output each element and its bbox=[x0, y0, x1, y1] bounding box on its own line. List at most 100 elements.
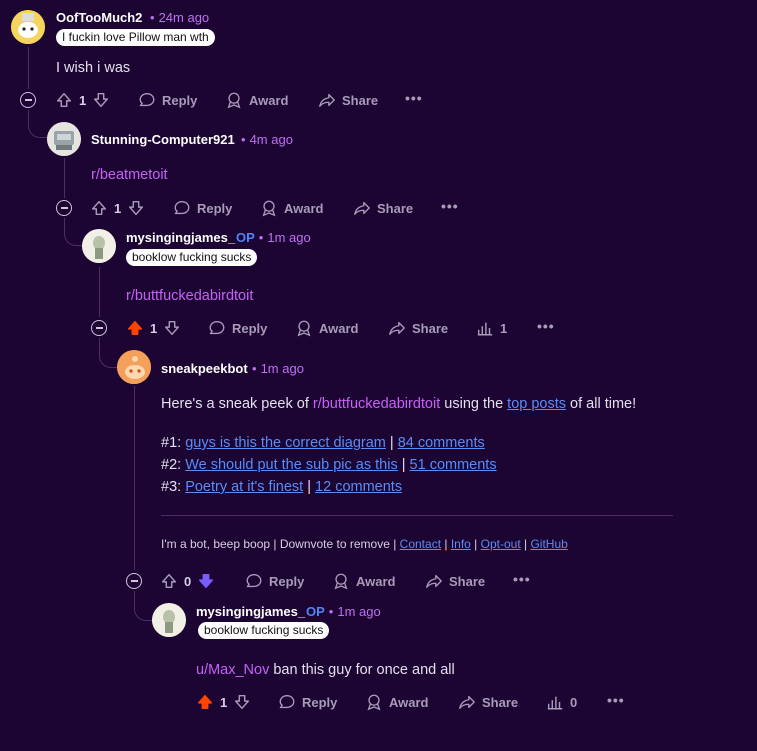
comment-author[interactable]: Stunning-Computer921 bbox=[91, 132, 235, 147]
collapse-button[interactable] bbox=[20, 92, 36, 108]
subreddit-link[interactable]: r/beatmetoit bbox=[91, 167, 168, 183]
reply-button[interactable]: Reply bbox=[245, 572, 304, 590]
downvote-icon[interactable] bbox=[127, 199, 145, 217]
reply-icon bbox=[279, 695, 295, 709]
comments-link[interactable]: 51 comments bbox=[410, 457, 497, 473]
downvote-icon[interactable] bbox=[233, 693, 251, 711]
avatar[interactable] bbox=[117, 350, 151, 384]
award-label: Award bbox=[249, 92, 289, 108]
separator: | bbox=[441, 537, 451, 551]
award-button[interactable]: Award bbox=[295, 319, 359, 337]
separator: | bbox=[470, 537, 481, 551]
comment-author[interactable]: sneakpeekbot bbox=[161, 361, 248, 376]
downvote-icon[interactable] bbox=[163, 319, 181, 337]
downvote-icon[interactable] bbox=[197, 572, 215, 590]
reply-icon bbox=[174, 201, 190, 215]
op-badge: OP bbox=[236, 230, 255, 245]
share-icon bbox=[426, 574, 442, 588]
intro-text: using the bbox=[440, 396, 508, 412]
comment-meta: • 24m ago bbox=[150, 10, 210, 25]
share-button[interactable]: Share bbox=[458, 693, 518, 711]
award-label: Award bbox=[284, 200, 324, 216]
comment-time: 1m ago bbox=[337, 604, 381, 619]
opt-out-link[interactable]: Opt-out bbox=[481, 537, 521, 551]
avatar[interactable] bbox=[82, 229, 116, 263]
avatar[interactable] bbox=[47, 122, 81, 156]
share-button[interactable]: Share bbox=[425, 572, 485, 590]
github-link[interactable]: GitHub bbox=[530, 537, 567, 551]
reply-icon bbox=[209, 321, 225, 335]
comment-author[interactable]: OofTooMuch2 bbox=[56, 10, 142, 25]
post-link[interactable]: Poetry at it's finest bbox=[185, 479, 303, 495]
share-label: Share bbox=[377, 200, 414, 216]
downvote-icon[interactable] bbox=[92, 91, 110, 109]
comment-meta: OP • 1m ago bbox=[306, 604, 381, 619]
award-button[interactable]: Award bbox=[225, 91, 289, 109]
share-button[interactable]: Share bbox=[353, 199, 413, 217]
upvote-icon[interactable] bbox=[160, 572, 178, 590]
comments-link[interactable]: 84 comments bbox=[398, 435, 485, 451]
comment-meta: • 4m ago bbox=[241, 132, 293, 147]
comment-author[interactable]: mysingingjames_ bbox=[196, 604, 305, 619]
thread-curve bbox=[64, 218, 82, 246]
post-rank: #3: bbox=[161, 479, 186, 495]
share-button[interactable]: Share bbox=[318, 91, 378, 109]
info-link[interactable]: Info bbox=[451, 537, 471, 551]
reply-button[interactable]: Reply bbox=[208, 319, 267, 337]
comment-time: 4m ago bbox=[249, 132, 293, 147]
snoo-avatar-icon bbox=[47, 122, 81, 156]
insights-button[interactable]: 1 bbox=[476, 319, 507, 337]
vote-group: 0 bbox=[160, 572, 215, 590]
vote-count: 1 bbox=[79, 92, 87, 108]
collapse-button[interactable] bbox=[56, 200, 72, 216]
comment-body: I wish i was bbox=[56, 60, 131, 76]
comment-author[interactable]: mysingingjames_ bbox=[126, 230, 235, 245]
reply-button[interactable]: Reply bbox=[173, 199, 232, 217]
reply-label: Reply bbox=[197, 200, 233, 216]
list-item: #2: We should put the sub pic as this | … bbox=[161, 457, 497, 473]
thread-curve bbox=[99, 338, 117, 368]
vote-count: 1 bbox=[114, 200, 122, 216]
insights-count: 0 bbox=[570, 694, 578, 710]
more-options-icon[interactable]: ••• bbox=[537, 318, 555, 334]
subreddit-link[interactable]: r/buttfuckedabirdtoit bbox=[126, 288, 253, 304]
upvote-icon[interactable] bbox=[196, 693, 214, 711]
insights-icon bbox=[477, 322, 493, 336]
upvote-icon[interactable] bbox=[90, 199, 108, 217]
award-button[interactable]: Award bbox=[332, 572, 396, 590]
post-link[interactable]: We should put the sub pic as this bbox=[185, 457, 398, 473]
collapse-button[interactable] bbox=[126, 573, 142, 589]
vote-count: 1 bbox=[150, 320, 158, 336]
body-text: ban this guy for once and all bbox=[269, 662, 455, 678]
more-options-icon[interactable]: ••• bbox=[607, 692, 625, 708]
reply-button[interactable]: Reply bbox=[138, 91, 197, 109]
user-link[interactable]: u/Max_Nov bbox=[196, 662, 269, 678]
award-button[interactable]: Award bbox=[365, 693, 429, 711]
upvote-icon[interactable] bbox=[55, 91, 73, 109]
share-icon bbox=[319, 93, 335, 107]
share-button[interactable]: Share bbox=[388, 319, 448, 337]
more-options-icon[interactable]: ••• bbox=[405, 90, 423, 106]
comments-link[interactable]: 12 comments bbox=[315, 479, 402, 495]
contact-link[interactable]: Contact bbox=[400, 537, 441, 551]
top-posts-link[interactable]: top posts bbox=[507, 396, 566, 412]
upvote-icon[interactable] bbox=[126, 319, 144, 337]
insights-icon bbox=[547, 696, 563, 710]
avatar[interactable] bbox=[152, 603, 186, 637]
thread-curve bbox=[134, 591, 152, 621]
list-item: #1: guys is this the correct diagram | 8… bbox=[161, 435, 485, 451]
reply-label: Reply bbox=[232, 320, 268, 336]
reply-button[interactable]: Reply bbox=[278, 693, 337, 711]
more-options-icon[interactable]: ••• bbox=[441, 198, 459, 214]
insights-button[interactable]: 0 bbox=[546, 693, 577, 711]
post-link[interactable]: guys is this the correct diagram bbox=[185, 435, 386, 451]
bot-intro: Here's a sneak peek of r/buttfuckedabird… bbox=[161, 396, 636, 412]
more-options-icon[interactable]: ••• bbox=[513, 571, 531, 587]
avatar[interactable] bbox=[11, 10, 45, 44]
user-flair: I fuckin love Pillow man wth bbox=[56, 29, 215, 46]
award-button[interactable]: Award bbox=[260, 199, 324, 217]
collapse-button[interactable] bbox=[91, 320, 107, 336]
separator: | bbox=[385, 435, 398, 451]
subreddit-link[interactable]: r/buttfuckedabirdtoit bbox=[313, 396, 440, 412]
vote-group: 1 bbox=[126, 319, 181, 337]
